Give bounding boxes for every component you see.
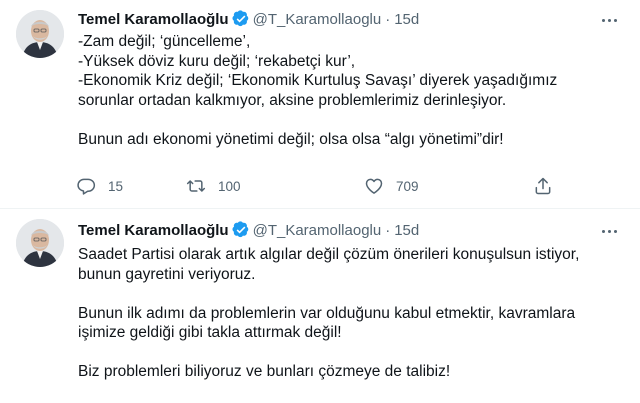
reply-button[interactable]: 15 [76, 175, 123, 197]
avatar[interactable] [16, 10, 64, 58]
author-handle[interactable]: @T_Karamollaoglu [253, 222, 382, 239]
more-icon[interactable] [596, 221, 622, 241]
reply-icon [76, 176, 96, 196]
tweet-text-line: Bunun ilk adımı da problemlerin var oldu… [78, 304, 576, 322]
share-icon [533, 176, 553, 196]
tweet-text-line: Biz problemleri biliyoruz ve bunları çöz… [78, 363, 451, 380]
avatar[interactable] [16, 219, 64, 267]
author-handle[interactable]: @T_Karamollaoglu [253, 11, 382, 28]
verified-badge-icon [232, 10, 250, 28]
heart-icon [364, 176, 384, 196]
more-icon[interactable] [596, 10, 622, 30]
tweet-header: Temel Karamollaoğlu @T_Karamollaoglu · 1… [78, 8, 419, 30]
share-button[interactable] [533, 175, 553, 197]
tweet-text-line: Saadet Partisi olarak artık algılar deği… [78, 246, 580, 263]
retweet-count: 100 [218, 178, 241, 194]
tweet[interactable]: Temel Karamollaoğlu @T_Karamollaoglu · 1… [0, 0, 640, 209]
tweet-text-line: -Zam değil; ‘güncelleme’, [78, 33, 251, 50]
author-name[interactable]: Temel Karamollaoğlu [78, 222, 229, 239]
separator-dot: · [385, 221, 391, 239]
tweet-text: Saadet Partisi olarak artık algılar deği… [78, 245, 618, 382]
tweet-text-line: bunun gayretini veriyoruz. [78, 265, 256, 283]
like-count: 709 [396, 178, 419, 194]
tweet-text-line: -Ekonomik Kriz değil; ‘Ekonomik Kurtuluş… [78, 72, 558, 89]
tweet-text-line: Bunun adı ekonomi yönetimi değil; olsa o… [78, 130, 504, 148]
avatar-photo [16, 219, 64, 267]
tweet-text-line: işimize geldiği gibi takla attırmak deği… [78, 324, 342, 341]
timestamp[interactable]: 15d [394, 222, 419, 239]
retweet-button[interactable]: 100 [186, 175, 241, 197]
verified-badge-icon [232, 221, 250, 239]
retweet-icon [186, 176, 206, 196]
tweet-header: Temel Karamollaoğlu @T_Karamollaoglu · 1… [78, 219, 419, 241]
like-button[interactable]: 709 [364, 175, 419, 197]
separator-dot: · [385, 10, 391, 28]
tweet-text: -Zam değil; ‘güncelleme’, -Yüksek döviz … [78, 32, 618, 149]
avatar-photo [16, 10, 64, 58]
author-name[interactable]: Temel Karamollaoğlu [78, 11, 229, 28]
tweet[interactable]: Temel Karamollaoğlu @T_Karamollaoglu · 1… [0, 209, 640, 403]
tweet-text-line: sorunlar ortadan kalkmıyor, aksine probl… [78, 91, 507, 109]
reply-count: 15 [108, 178, 124, 194]
tweet-text-line: -Yüksek döviz kuru değil; ‘rekabetçi kur… [78, 52, 356, 70]
timestamp[interactable]: 15d [394, 11, 419, 28]
tweet-actions: 15 100 709 [76, 175, 616, 197]
